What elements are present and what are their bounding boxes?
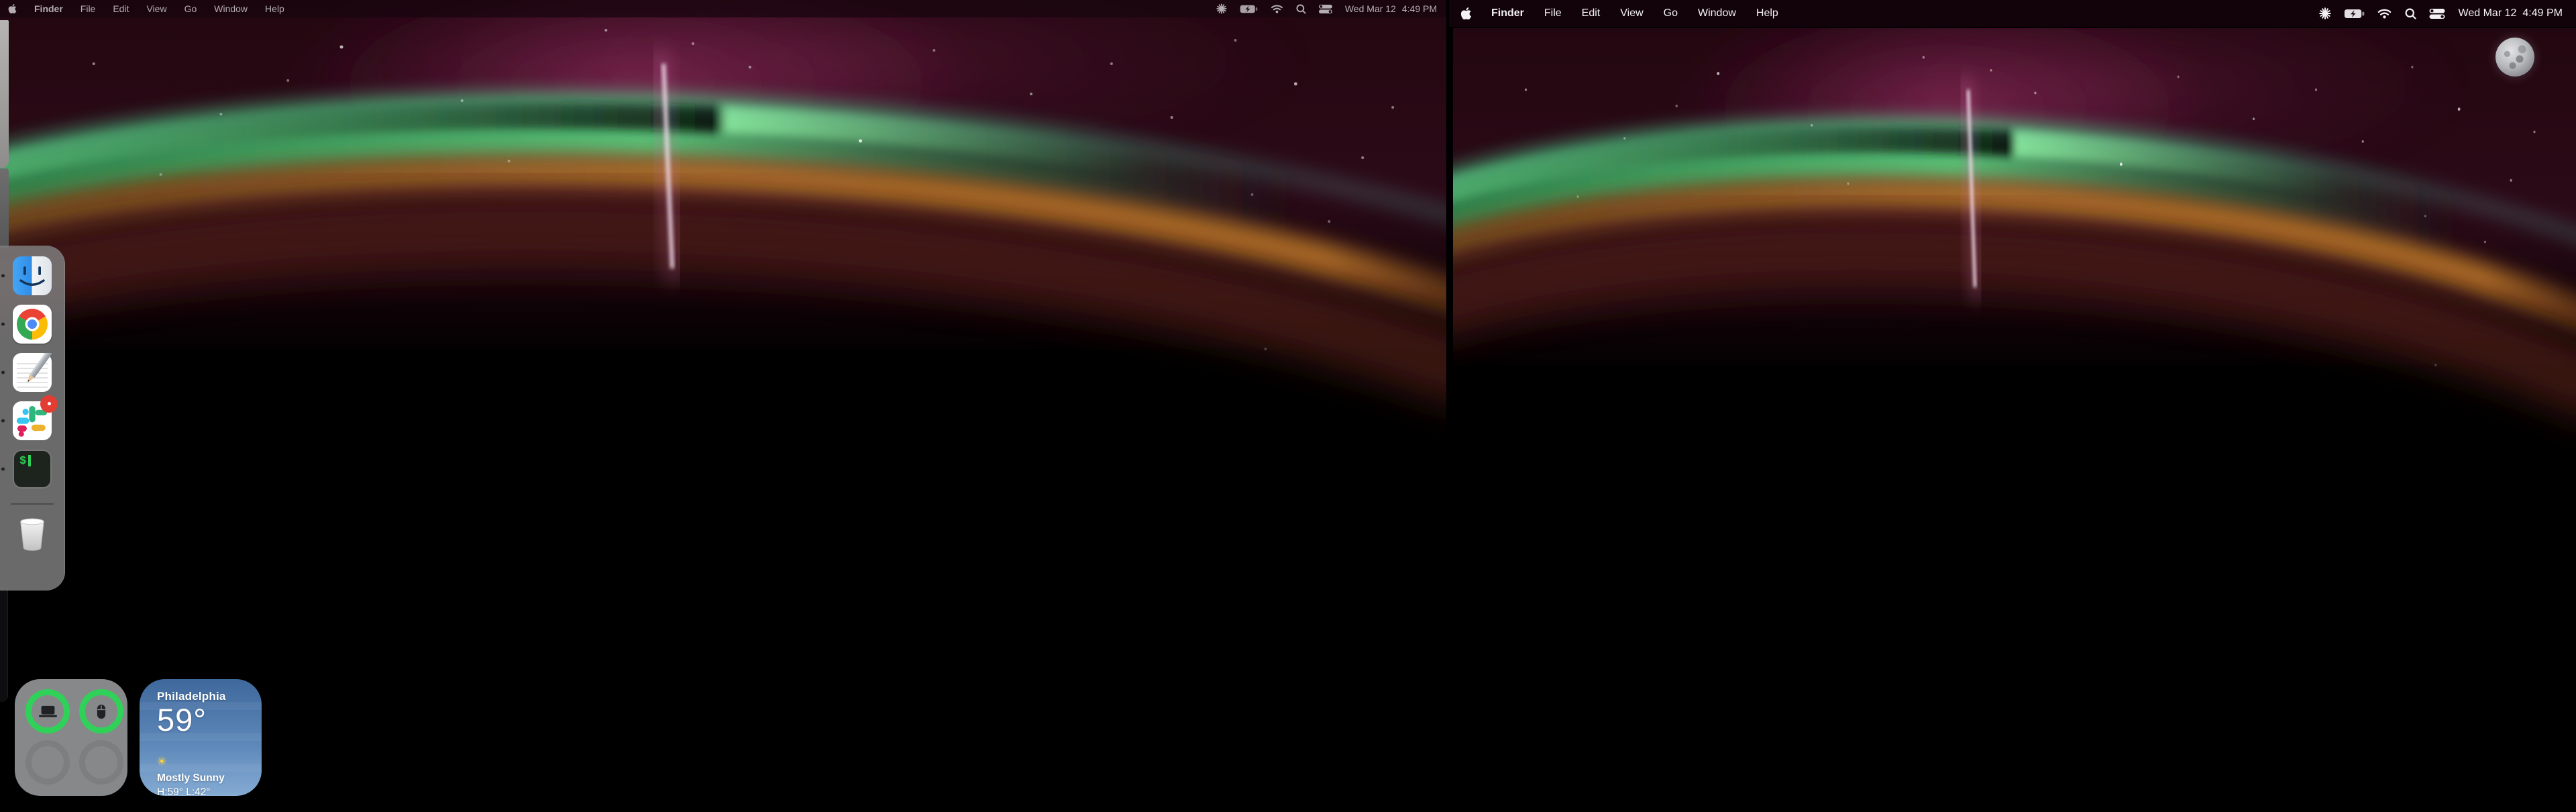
laptop-icon: [39, 705, 57, 717]
apple-menu-icon[interactable]: [8, 3, 17, 14]
mouse-icon: [97, 704, 106, 719]
moon-image: [2496, 38, 2534, 77]
menu-date: Wed Mar 12: [1345, 3, 1396, 14]
apple-menu-icon[interactable]: [1461, 7, 1471, 19]
battery-charging-icon[interactable]: [1240, 5, 1258, 13]
sun-icon: ☀: [157, 755, 254, 768]
aurora-wallpaper: [1453, 28, 2576, 812]
terminal-cursor: [28, 455, 31, 466]
menu-item-help[interactable]: Help: [1756, 7, 1778, 19]
terminal-prompt: $: [19, 455, 26, 468]
dock-item-notes[interactable]: [13, 353, 52, 392]
dock-divider: [11, 503, 54, 505]
search-icon[interactable]: [2406, 9, 2416, 19]
weather-temperature: 59°: [157, 703, 254, 738]
running-indicator: [1, 419, 5, 423]
display-right: Finder File Edit View Go Window Help Wed…: [1449, 0, 2576, 812]
display-left: Finder File Edit View Go Window Help Wed…: [0, 0, 1446, 812]
running-indicator: [1, 323, 5, 326]
menu-item-go[interactable]: Go: [1664, 7, 1678, 19]
menu-clock[interactable]: Wed Mar 12 4:49 PM: [1345, 3, 1437, 14]
menu-bar-left: Finder File Edit View Go Window Help Wed…: [0, 0, 1446, 17]
batteries-widget[interactable]: [15, 679, 127, 796]
notes-icon: [13, 353, 52, 392]
menu-item-edit[interactable]: Edit: [1582, 7, 1601, 19]
menu-item-file[interactable]: File: [1544, 7, 1562, 19]
menu-date: Wed Mar 12: [2459, 7, 2517, 19]
wifi-icon[interactable]: [2378, 9, 2391, 18]
menu-bar-right: Finder File Edit View Go Window Help Wed…: [1449, 0, 2576, 27]
dock-item-terminal[interactable]: $: [13, 450, 52, 489]
terminal-icon: $: [13, 450, 52, 489]
menu-item-window[interactable]: Window: [214, 3, 248, 14]
menu-item-help[interactable]: Help: [265, 3, 284, 14]
sunburst-icon[interactable]: [1216, 3, 1227, 14]
menu-item-file[interactable]: File: [80, 3, 96, 14]
running-indicator: [1, 468, 5, 471]
menu-time: 4:49 PM: [2522, 7, 2563, 19]
finder-icon: [13, 256, 52, 295]
battery-ring-mouse: [79, 689, 123, 733]
running-indicator: [1, 274, 5, 278]
desktop-widgets: Philadelphia 59° ☀ Mostly Sunny H:59° L:…: [15, 679, 262, 796]
window-edge-dark[interactable]: [0, 588, 8, 702]
control-center-icon[interactable]: [2430, 9, 2444, 18]
battery-ring-empty: [79, 740, 123, 784]
menu-time: 4:49 PM: [1402, 3, 1437, 14]
weather-high-low: H:59° L:42°: [157, 786, 254, 799]
weather-city: Philadelphia: [157, 690, 254, 703]
wifi-icon[interactable]: [1271, 4, 1283, 13]
window-edge-light[interactable]: [0, 20, 9, 168]
trash-icon: [13, 515, 52, 554]
dock-item-slack[interactable]: [13, 401, 52, 440]
running-indicator: [1, 371, 5, 374]
menu-clock[interactable]: Wed Mar 12 4:49 PM: [2459, 7, 2563, 19]
menu-item-window[interactable]: Window: [1698, 7, 1736, 19]
menu-item-view[interactable]: View: [146, 3, 166, 14]
dock-item-finder[interactable]: [13, 256, 52, 295]
desktop: Finder File Edit View Go Window Help Wed…: [0, 0, 2576, 812]
menu-app-name[interactable]: Finder: [1491, 7, 1524, 19]
slack-notification-badge: [40, 395, 58, 413]
menu-item-go[interactable]: Go: [184, 3, 197, 14]
sunburst-icon[interactable]: [2320, 8, 2330, 19]
dock-item-trash[interactable]: [13, 515, 52, 554]
menu-item-edit[interactable]: Edit: [113, 3, 129, 14]
search-icon[interactable]: [1296, 4, 1306, 14]
battery-ring-empty: [25, 740, 70, 784]
control-center-icon[interactable]: [1319, 5, 1332, 13]
menu-app-name[interactable]: Finder: [34, 3, 63, 14]
menu-item-view[interactable]: View: [1620, 7, 1643, 19]
battery-charging-icon[interactable]: [2345, 9, 2363, 18]
chrome-icon: [13, 305, 52, 344]
battery-ring-laptop: [25, 689, 70, 733]
dock: $: [0, 246, 65, 591]
dock-item-chrome[interactable]: [13, 305, 52, 344]
window-edge-gray[interactable]: [0, 168, 9, 248]
weather-condition: Mostly Sunny: [157, 772, 254, 784]
weather-widget[interactable]: Philadelphia 59° ☀ Mostly Sunny H:59° L:…: [140, 679, 262, 796]
